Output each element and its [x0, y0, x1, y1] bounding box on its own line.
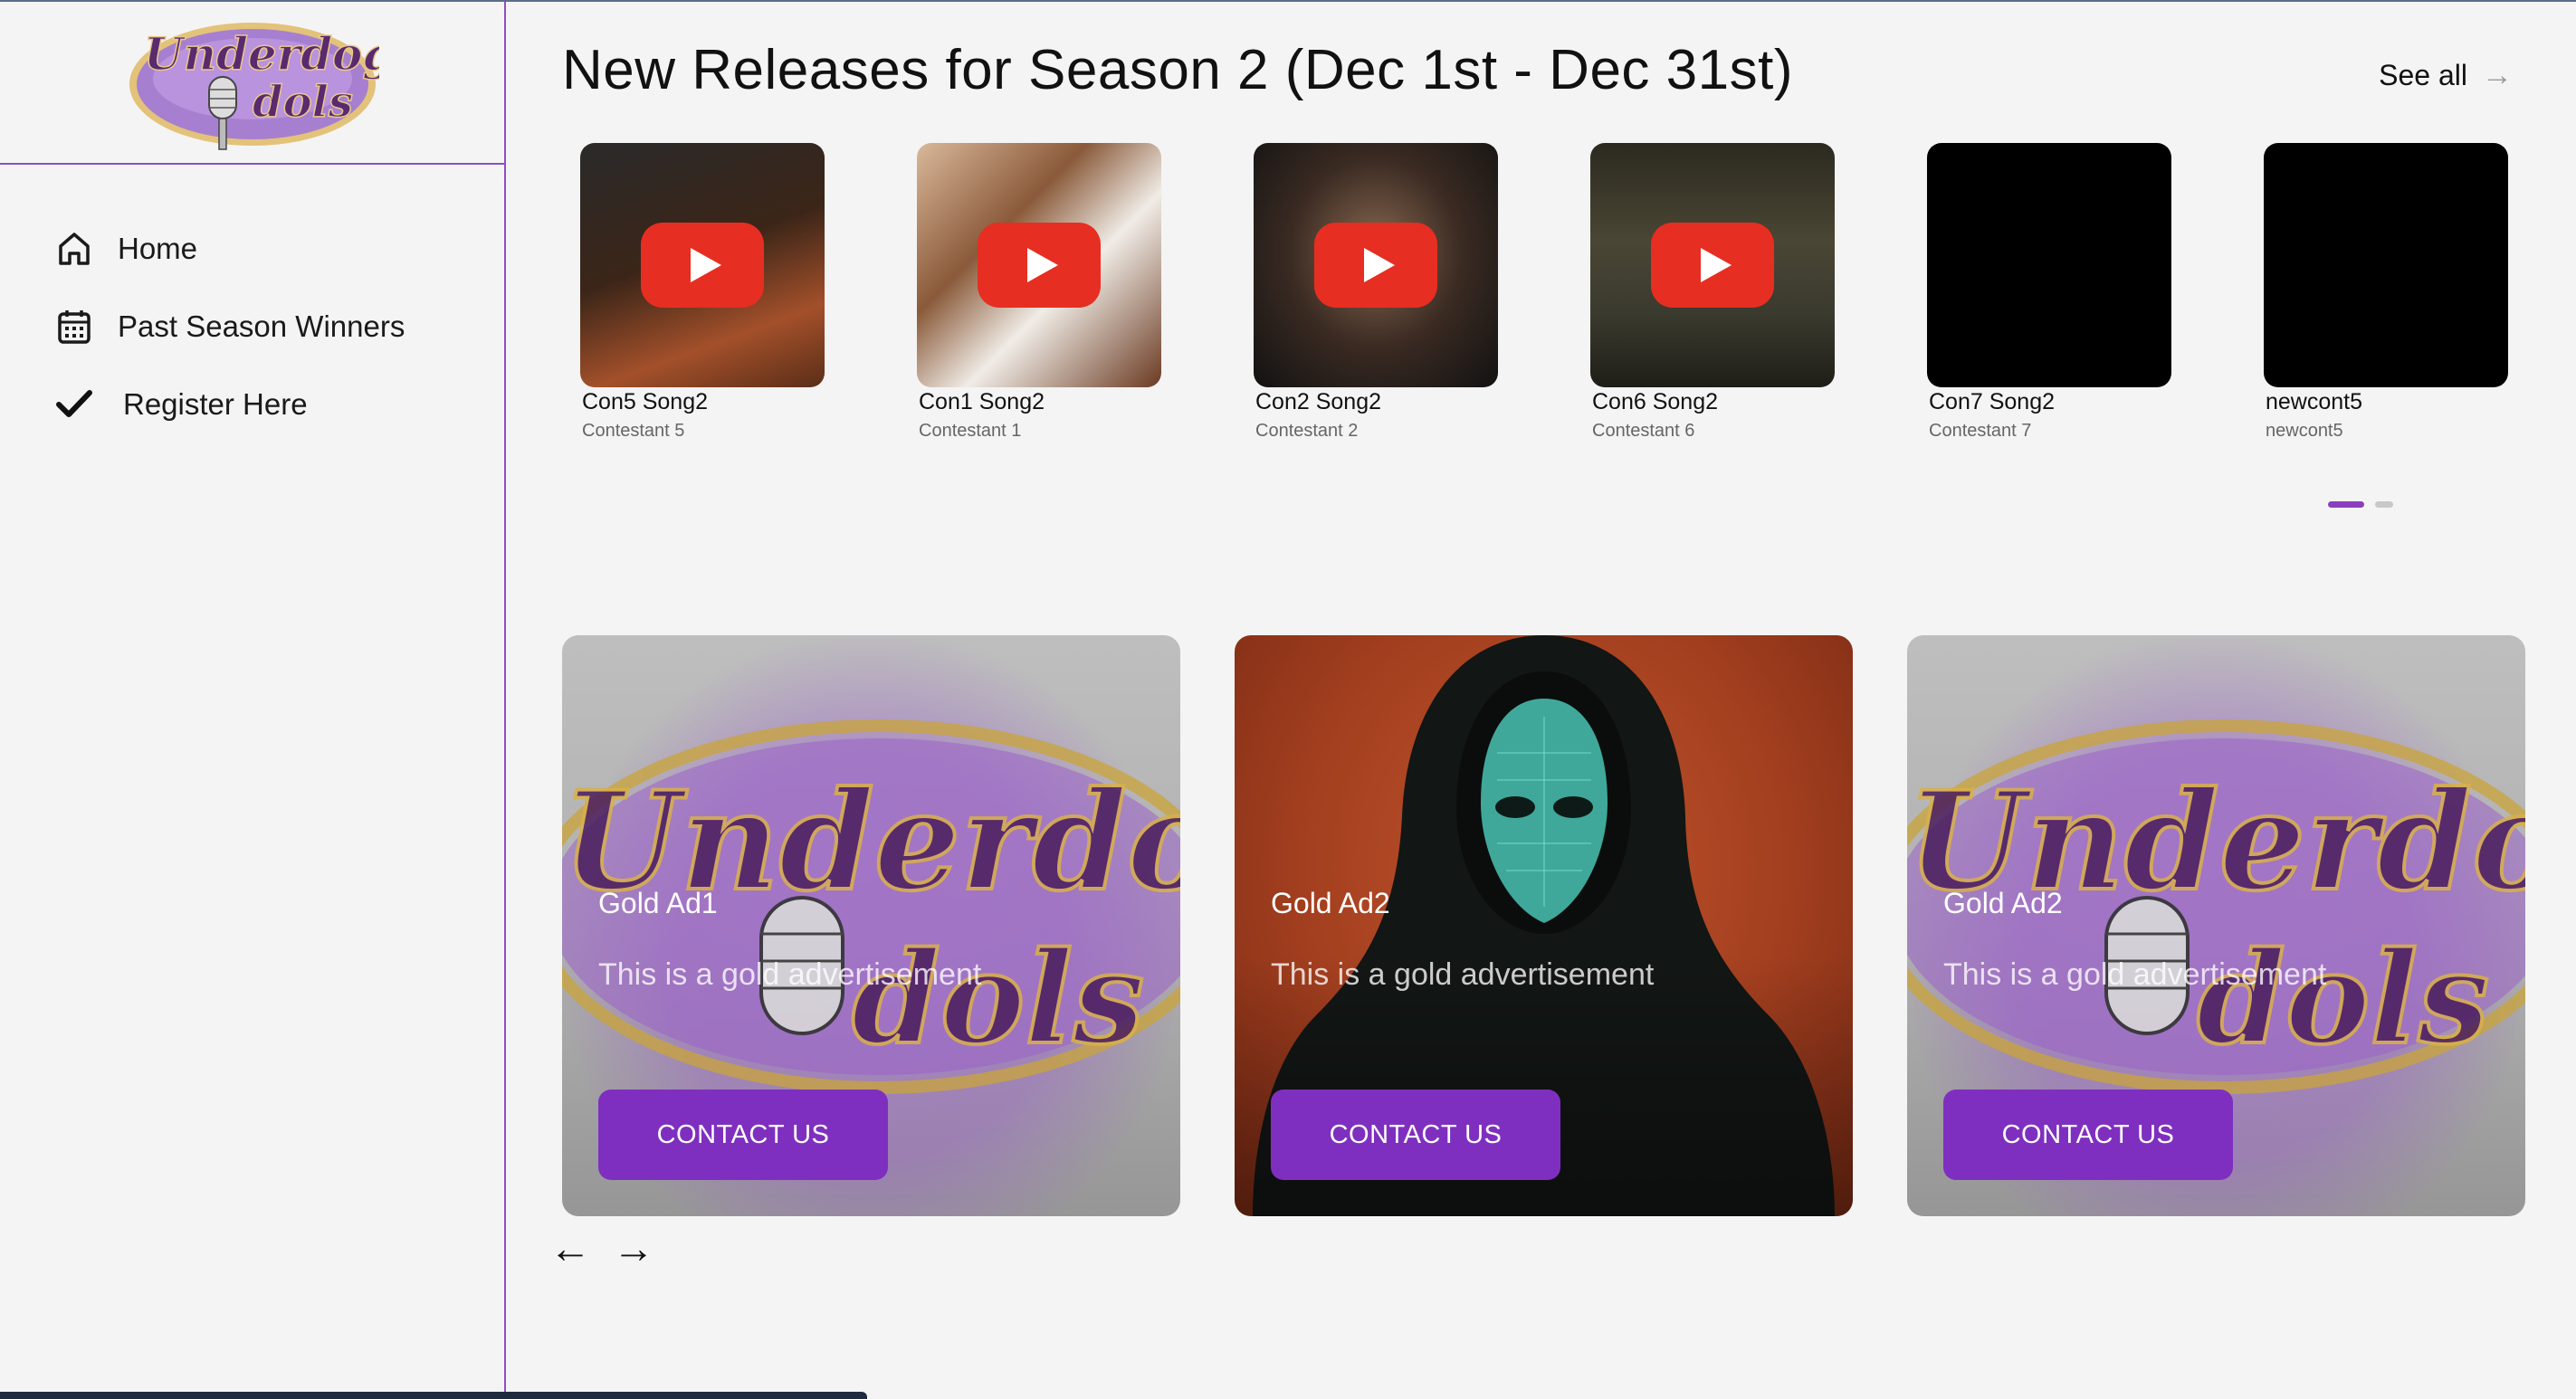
ad-card: Underdog dols Gold Ad1 This is a gold ad…	[562, 635, 1180, 1216]
contact-us-button[interactable]: CONTACT US	[1943, 1090, 2233, 1180]
release-artist: Contestant 2	[1255, 421, 1359, 441]
release-title: Con6 Song2	[1592, 389, 1719, 414]
sidebar-item-past-season-winners[interactable]: Past Season Winners	[0, 288, 504, 366]
ad-title: Gold Ad2	[1271, 887, 1390, 919]
release-card[interactable]: Con5 Song2 Contestant 5	[580, 143, 825, 442]
ad-card: Gold Ad2 This is a gold advertisement CO…	[1235, 635, 1853, 1216]
release-card[interactable]: Con7 Song2 Contestant 7	[1927, 143, 2171, 442]
release-card[interactable]: newcont5 newcont5	[2264, 143, 2508, 442]
check-icon	[54, 385, 94, 424]
logo-text-bottom: dols	[253, 77, 353, 128]
arrow-right-icon[interactable]: →	[613, 1227, 654, 1269]
sidebar-item-label: Home	[118, 232, 198, 265]
release-title: Con2 Song2	[1255, 389, 1382, 414]
sidebar-nav: Home Past Season Winners Register Here	[0, 165, 504, 443]
release-card[interactable]: Con1 Song2 Contestant 1	[917, 143, 1161, 442]
video-thumbnail[interactable]	[1590, 143, 1835, 387]
new-releases-list: Con5 Song2 Contestant 5 Con1 Song2 Conte…	[580, 143, 2508, 442]
underdog-idols-logo[interactable]: Underdog dols	[126, 6, 395, 158]
bottom-scrollbar[interactable]	[0, 1392, 867, 1399]
pager-dot-active[interactable]	[2328, 501, 2364, 508]
release-artist: Contestant 5	[582, 421, 685, 441]
release-title: Con7 Song2	[1929, 389, 2056, 414]
ads-carousel: Underdog dols Gold Ad1 This is a gold ad…	[562, 635, 2525, 1216]
see-all-link[interactable]: See all →	[2379, 58, 2513, 93]
ad-description: This is a gold advertisement	[598, 957, 982, 992]
release-artist: Contestant 7	[1929, 421, 2032, 441]
video-thumbnail[interactable]	[917, 143, 1161, 387]
carousel-controls: ← →	[549, 1227, 654, 1269]
release-title: Con1 Song2	[919, 389, 1045, 414]
play-icon[interactable]	[1314, 223, 1437, 308]
video-thumbnail[interactable]	[580, 143, 825, 387]
sidebar-item-register-here[interactable]: Register Here	[0, 366, 504, 443]
pager-dots	[2328, 501, 2393, 508]
contact-us-button[interactable]: CONTACT US	[598, 1090, 888, 1180]
release-artist: newcont5	[2266, 421, 2343, 441]
logo-text-top: Underdog	[144, 27, 379, 81]
sidebar-item-label: Past Season Winners	[118, 309, 405, 343]
page-title: New Releases for Season 2 (Dec 1st - Dec…	[562, 39, 1793, 101]
video-thumbnail[interactable]	[2264, 143, 2508, 387]
play-icon[interactable]	[1651, 223, 1774, 308]
ad-card: Underdog dols Gold Ad2 This is a gold ad…	[1907, 635, 2525, 1216]
see-all-label: See all	[2379, 59, 2467, 91]
sidebar-item-home[interactable]: Home	[0, 210, 504, 288]
sidebar: Underdog dols Home Past Season Winners R…	[0, 2, 506, 1399]
release-title: newcont5	[2266, 389, 2363, 414]
arrow-right-icon: →	[2482, 58, 2513, 92]
release-artist: Contestant 1	[919, 421, 1022, 441]
release-card[interactable]: Con6 Song2 Contestant 6	[1590, 143, 1835, 442]
ad-description: This is a gold advertisement	[1943, 957, 2327, 992]
release-artist: Contestant 6	[1592, 421, 1695, 441]
ad-title: Gold Ad1	[598, 887, 718, 919]
play-icon[interactable]	[641, 223, 764, 308]
release-card[interactable]: Con2 Song2 Contestant 2	[1254, 143, 1498, 442]
sidebar-item-label: Register Here	[123, 387, 308, 421]
pager-dot[interactable]	[2375, 501, 2393, 508]
main-content: New Releases for Season 2 (Dec 1st - Dec…	[508, 2, 2576, 1399]
home-icon	[54, 229, 94, 269]
video-thumbnail[interactable]	[1254, 143, 1498, 387]
contact-us-button[interactable]: CONTACT US	[1271, 1090, 1560, 1180]
play-icon[interactable]	[978, 223, 1101, 308]
ad-description: This is a gold advertisement	[1271, 957, 1655, 992]
video-thumbnail[interactable]	[1927, 143, 2171, 387]
svg-text:dols: dols	[852, 925, 1144, 1073]
logo-container: Underdog dols	[0, 2, 504, 165]
arrow-left-icon[interactable]: ←	[549, 1227, 591, 1269]
release-title: Con5 Song2	[582, 389, 709, 414]
svg-text:dols: dols	[2197, 925, 2489, 1073]
ad-title: Gold Ad2	[1943, 887, 2063, 919]
calendar-icon	[54, 307, 94, 347]
